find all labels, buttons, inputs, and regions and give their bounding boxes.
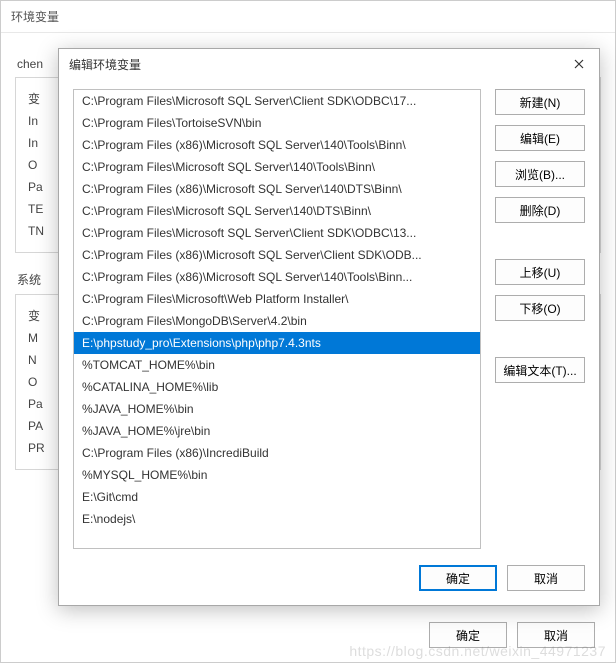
list-item[interactable]: C:\Program Files (x86)\Microsoft SQL Ser… bbox=[74, 266, 480, 288]
edit-button[interactable]: 编辑(E) bbox=[495, 125, 585, 151]
list-item[interactable]: E:\phpstudy_pro\Extensions\php\php7.4.3n… bbox=[74, 332, 480, 354]
modal-title: 编辑环境变量 bbox=[69, 56, 141, 73]
list-item[interactable]: C:\Program Files\Microsoft SQL Server\14… bbox=[74, 156, 480, 178]
parent-cancel-button[interactable]: 取消 bbox=[517, 622, 595, 648]
list-item[interactable]: C:\Program Files (x86)\Microsoft SQL Ser… bbox=[74, 244, 480, 266]
list-item[interactable]: C:\Program Files (x86)\IncrediBuild bbox=[74, 442, 480, 464]
list-item[interactable]: C:\Program Files\Microsoft SQL Server\Cl… bbox=[74, 90, 480, 112]
side-buttons: 新建(N) 编辑(E) 浏览(B)... 删除(D) 上移(U) 下移(O) 编… bbox=[495, 89, 585, 549]
edit-text-button[interactable]: 编辑文本(T)... bbox=[495, 357, 585, 383]
list-item[interactable]: C:\Program Files (x86)\Microsoft SQL Ser… bbox=[74, 134, 480, 156]
edit-env-var-dialog: 编辑环境变量 C:\Program Files\Microsoft SQL Se… bbox=[58, 48, 600, 606]
list-item[interactable]: %TOMCAT_HOME%\bin bbox=[74, 354, 480, 376]
list-item[interactable]: C:\Program Files\Microsoft\Web Platform … bbox=[74, 288, 480, 310]
list-item[interactable]: C:\Program Files\TortoiseSVN\bin bbox=[74, 112, 480, 134]
list-item[interactable]: %JAVA_HOME%\bin bbox=[74, 398, 480, 420]
modal-footer: 确定 取消 bbox=[59, 555, 599, 605]
close-icon[interactable] bbox=[567, 52, 591, 76]
list-item[interactable]: %JAVA_HOME%\jre\bin bbox=[74, 420, 480, 442]
path-listbox[interactable]: C:\Program Files\Microsoft SQL Server\Cl… bbox=[73, 89, 481, 549]
parent-footer: 确定 取消 bbox=[429, 622, 595, 648]
parent-ok-button[interactable]: 确定 bbox=[429, 622, 507, 648]
modal-cancel-button[interactable]: 取消 bbox=[507, 565, 585, 591]
list-item[interactable]: C:\Program Files\MongoDB\Server\4.2\bin bbox=[74, 310, 480, 332]
browse-button[interactable]: 浏览(B)... bbox=[495, 161, 585, 187]
move-up-button[interactable]: 上移(U) bbox=[495, 259, 585, 285]
list-item[interactable]: E:\nodejs\ bbox=[74, 508, 480, 530]
list-item[interactable]: C:\Program Files\Microsoft SQL Server\Cl… bbox=[74, 222, 480, 244]
modal-titlebar: 编辑环境变量 bbox=[59, 49, 599, 79]
new-button[interactable]: 新建(N) bbox=[495, 89, 585, 115]
list-item[interactable]: C:\Program Files (x86)\Microsoft SQL Ser… bbox=[74, 178, 480, 200]
modal-body: C:\Program Files\Microsoft SQL Server\Cl… bbox=[59, 79, 599, 555]
list-item[interactable]: %CATALINA_HOME%\lib bbox=[74, 376, 480, 398]
list-item[interactable]: %MYSQL_HOME%\bin bbox=[74, 464, 480, 486]
list-item[interactable]: C:\Program Files\Microsoft SQL Server\14… bbox=[74, 200, 480, 222]
modal-ok-button[interactable]: 确定 bbox=[419, 565, 497, 591]
parent-title: 环境变量 bbox=[11, 8, 59, 25]
parent-titlebar: 环境变量 bbox=[1, 1, 615, 33]
list-item[interactable]: E:\Git\cmd bbox=[74, 486, 480, 508]
delete-button[interactable]: 删除(D) bbox=[495, 197, 585, 223]
move-down-button[interactable]: 下移(O) bbox=[495, 295, 585, 321]
